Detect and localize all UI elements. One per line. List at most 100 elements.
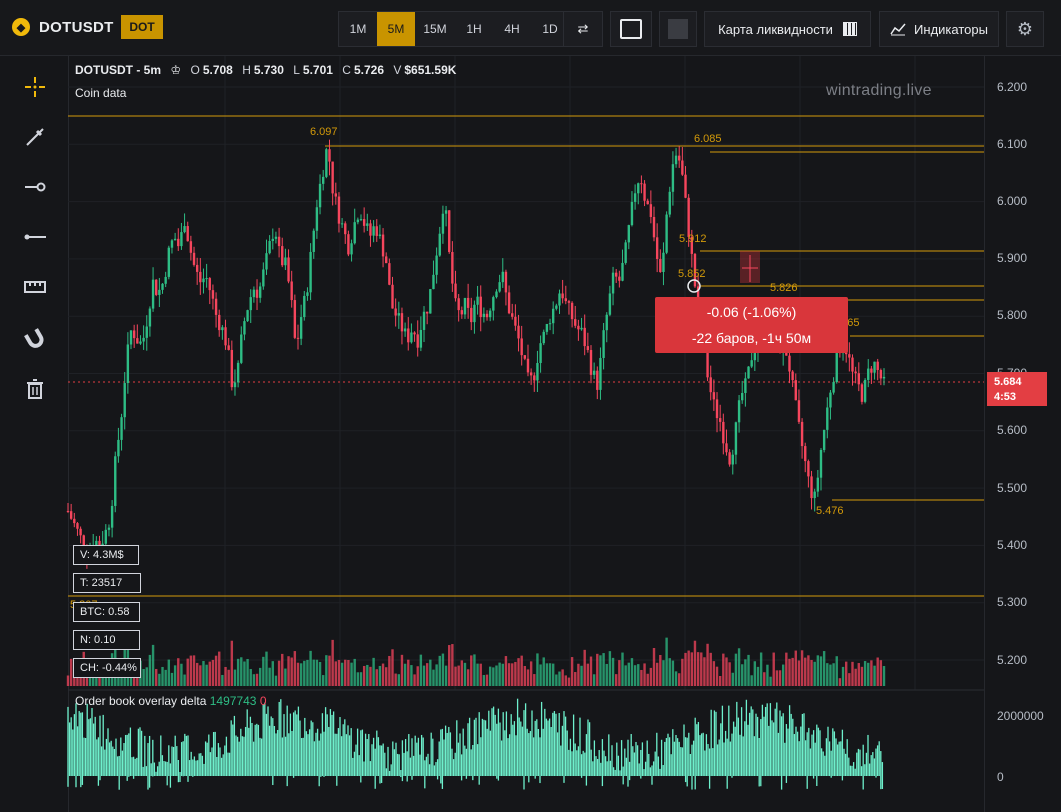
level-label-second-high: 6.085 [694,133,722,145]
volume-bar [712,661,716,686]
volume-bar [400,654,404,686]
liquidity-map-button[interactable]: Карта ликвидности [704,11,871,47]
ray-tool[interactable] [20,172,50,202]
volume-bar [615,674,618,686]
candle-body [325,149,328,177]
candle-body [202,278,205,283]
volume-bar [800,650,804,686]
volume-bar [236,658,240,686]
volume-bar [470,655,473,686]
candle-body [722,421,725,444]
volume-bar [375,669,378,686]
price-axis[interactable]: 6.200 6.100 6.000 5.900 5.800 5.700 5.60… [984,56,1061,812]
candle-body [369,223,372,236]
candle-body [123,383,126,418]
candle-body [826,407,829,430]
volume-value: $651.59K [404,63,457,77]
measure-anchor-point[interactable] [687,279,701,293]
timeframe-4h[interactable]: 4H [493,12,531,46]
swap-button[interactable]: ⇄ [563,11,603,47]
volume-bar [564,675,567,686]
candle-body [668,191,671,215]
candle-body [451,251,454,284]
volume-bar [284,668,287,686]
candle-body [618,276,621,281]
coin-data-label[interactable]: Coin data [75,86,126,100]
volume-bar [306,659,309,686]
volume-bar [208,661,211,686]
volume-bar [624,665,627,686]
candle-body [684,174,687,198]
volume-bar [879,660,883,686]
stat-btc: BTC: 0.58 [73,602,140,622]
price-tick: 5.800 [997,308,1028,322]
price-chart[interactable] [0,0,1061,812]
candle-body [344,223,347,235]
volume-bar [460,660,464,686]
volume-bar [561,669,564,686]
candle-body [366,223,369,226]
volume-bar [347,660,350,686]
candle-body [813,491,816,499]
chart-style-filled-button[interactable] [659,11,697,47]
delete-drawings-tool[interactable] [20,374,50,404]
level-label-5826: 5.826 [770,282,798,294]
timeframe-1h[interactable]: 1H [455,12,493,46]
candle-body [394,308,397,316]
volume-bar [876,657,879,686]
candle-body [561,293,564,299]
settings-button[interactable]: ⚙ [1006,11,1044,47]
candle-body [681,160,684,175]
liquidity-map-label: Карта ликвидности [718,21,833,37]
candle-body [419,329,423,348]
volume-bar [778,670,782,686]
candle-body [517,325,520,339]
volume-bar [255,673,259,686]
volume-bar [353,658,356,686]
candle-body [249,297,252,311]
volume-bar [177,658,180,686]
volume-bar [195,662,199,686]
magnet-tool[interactable] [20,324,50,354]
symbol-title[interactable]: DOTUSDT [39,19,114,36]
candle-body [110,505,114,528]
crosshair-tool[interactable] [20,72,50,102]
timeframe-1m[interactable]: 1M [339,12,377,46]
candle-body [303,295,306,318]
horizontal-line-tool[interactable] [20,222,50,252]
candle-body [73,518,76,524]
ruler-tool[interactable] [20,272,50,302]
coin-badge[interactable]: DOT [121,15,163,39]
volume-bar [863,661,867,686]
volume-bar [303,660,306,686]
volume-bar [539,664,542,686]
candle-body [454,283,457,299]
indicators-button[interactable]: Индикаторы [879,11,999,47]
candle-body [731,454,734,465]
horizontal-line-icon [24,234,46,240]
stat-volume: V: 4.3M$ [73,545,139,565]
candle-body [290,281,293,301]
candle-body [448,210,451,252]
pair-timeframe: DOTUSDT - 5m [75,63,162,77]
timeframe-5m[interactable]: 5M [377,12,415,46]
candle-body [284,257,287,266]
volume-bar [435,664,438,686]
volume-bar [230,640,234,686]
candle-body [646,200,649,205]
brush-tool[interactable] [20,122,50,152]
volume-bar [829,664,832,686]
volume-bar [454,666,457,686]
candle-body [381,234,385,257]
volume-bar [841,666,845,686]
candle-body [268,240,271,254]
candle-body [192,252,196,265]
chart-style-outline-button[interactable] [610,11,652,47]
watermark: wintrading.live [826,82,932,99]
timeframe-15m[interactable]: 15M [415,12,455,46]
volume-bar [810,659,813,686]
candle-body [148,308,152,327]
candle-body [306,292,309,296]
volume-bar [586,663,590,686]
volume-bar [378,665,382,686]
